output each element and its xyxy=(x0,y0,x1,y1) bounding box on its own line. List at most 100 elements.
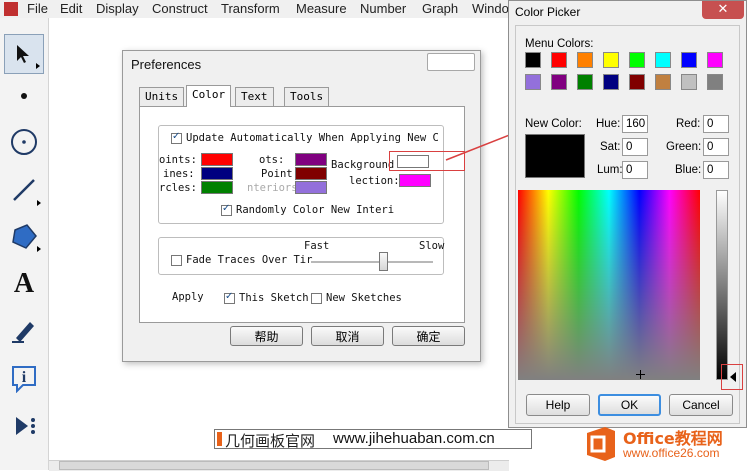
red-input[interactable]: 0 xyxy=(703,115,729,133)
menu-color-swatch[interactable] xyxy=(551,74,567,90)
blue-label: Blue: xyxy=(675,164,702,176)
points-color-swatch[interactable] xyxy=(201,153,233,166)
close-icon[interactable]: ✕ xyxy=(702,1,744,19)
lines-color-swatch[interactable] xyxy=(201,167,233,180)
tab-tools[interactable]: Tools xyxy=(284,87,330,106)
menu-color-swatch[interactable] xyxy=(525,52,541,68)
green-input[interactable]: 0 xyxy=(703,138,729,156)
menu-color-swatch[interactable] xyxy=(577,74,593,90)
menu-window[interactable]: Windo xyxy=(472,1,509,16)
new-color-preview xyxy=(525,134,585,178)
this-sketch-checkbox[interactable] xyxy=(224,291,235,304)
office-logo-icon xyxy=(587,427,615,461)
point-color-swatch[interactable] xyxy=(295,167,327,180)
blue-input[interactable]: 0 xyxy=(703,161,729,179)
scrollbar-thumb[interactable] xyxy=(59,461,489,470)
straightedge-tool-button[interactable] xyxy=(4,170,44,210)
this-sketch-label: This Sketch xyxy=(239,292,309,304)
menu-color-swatch[interactable] xyxy=(681,74,697,90)
preferences-dialog: Preferences Units Color Text Tools Updat… xyxy=(122,50,481,362)
menu-colors-grid xyxy=(525,52,735,92)
fade-traces-label: Fade Traces Over Tir xyxy=(186,254,313,266)
luminance-pointer-icon[interactable] xyxy=(730,372,736,382)
tab-units[interactable]: Units xyxy=(139,87,185,106)
menu-color-swatch[interactable] xyxy=(681,52,697,68)
menu-construct[interactable]: Construct xyxy=(152,1,208,16)
menu-color-swatch[interactable] xyxy=(577,52,593,68)
menu-color-swatch[interactable] xyxy=(655,74,671,90)
picker-help-button[interactable]: Help xyxy=(526,394,590,416)
tab-color[interactable]: Color xyxy=(186,85,232,107)
points-color-label: oints: xyxy=(159,154,197,166)
dialog-title: Preferences xyxy=(131,57,202,72)
text-tool-icon: A xyxy=(13,268,35,299)
interiors-color-swatch[interactable] xyxy=(295,181,327,194)
pref-ok-button[interactable]: 确定 xyxy=(392,326,465,346)
picker-ok-button[interactable]: OK xyxy=(598,394,661,416)
selection-color-label: lection: xyxy=(349,175,400,187)
fast-label: Fast xyxy=(304,240,330,252)
random-color-checkbox[interactable] xyxy=(221,203,232,216)
plots-color-swatch[interactable] xyxy=(295,153,327,166)
menu-transform[interactable]: Transform xyxy=(221,1,280,16)
menu-color-swatch[interactable] xyxy=(603,74,619,90)
straightedge-tool-icon xyxy=(13,179,35,201)
menu-number[interactable]: Number xyxy=(360,1,406,16)
luminance-bar[interactable] xyxy=(716,190,728,380)
trace-settings-group: Fast Slow Fade Traces Over Tir xyxy=(158,237,444,275)
update-automatically-checkbox[interactable] xyxy=(171,131,182,144)
sat-input[interactable]: 0 xyxy=(622,138,648,156)
menu-display[interactable]: Display xyxy=(96,1,139,16)
menu-graph[interactable]: Graph xyxy=(422,1,458,16)
background-color-label: Background xyxy=(331,159,395,171)
color-spectrum[interactable] xyxy=(518,190,700,380)
lines-color-label: ines: xyxy=(163,168,195,180)
picker-cancel-button[interactable]: Cancel xyxy=(669,394,733,416)
new-sketches-label: New Sketches xyxy=(326,292,402,304)
menu-color-swatch[interactable] xyxy=(525,74,541,90)
point-tool-icon xyxy=(21,93,27,99)
menu-color-swatch[interactable] xyxy=(655,52,671,68)
compass-tool-button[interactable] xyxy=(4,122,44,162)
hue-input[interactable]: 160 xyxy=(622,115,648,133)
selection-color-swatch[interactable] xyxy=(399,174,431,187)
information-tool-button[interactable]: i xyxy=(4,358,44,398)
menu-color-swatch[interactable] xyxy=(629,52,645,68)
lum-label: Lum: xyxy=(597,164,623,176)
pref-cancel-button[interactable]: 取消 xyxy=(311,326,384,346)
menu-color-swatch[interactable] xyxy=(629,74,645,90)
new-sketches-checkbox[interactable] xyxy=(311,293,322,304)
color-picker-title: Color Picker xyxy=(515,5,581,19)
menu-color-swatch[interactable] xyxy=(551,52,567,68)
compass-tool-icon xyxy=(11,129,37,155)
apply-label: Apply xyxy=(172,291,204,303)
arrow-tool-button[interactable] xyxy=(4,34,44,74)
menu-color-swatch[interactable] xyxy=(603,52,619,68)
polygon-tool-button[interactable] xyxy=(4,216,44,256)
custom-tool-button[interactable] xyxy=(4,406,44,446)
menu-color-swatch[interactable] xyxy=(707,74,723,90)
information-tool-icon: i xyxy=(12,366,36,393)
title-bar-field xyxy=(427,53,475,71)
horizontal-scrollbar[interactable] xyxy=(49,460,509,471)
marker-tool-button[interactable] xyxy=(4,310,44,350)
office-watermark: Office教程网 www.office26.com xyxy=(583,423,743,467)
menu-file[interactable]: File xyxy=(27,1,48,16)
fade-traces-checkbox[interactable] xyxy=(171,255,182,266)
fade-speed-slider[interactable] xyxy=(379,252,388,271)
lum-input[interactable]: 0 xyxy=(622,161,648,179)
update-automatically-label: Update Automatically When Applying New C xyxy=(186,132,439,144)
menu-color-swatch[interactable] xyxy=(707,52,723,68)
menu-measure[interactable]: Measure xyxy=(296,1,347,16)
point-tool-button[interactable] xyxy=(4,76,44,116)
menu-edit[interactable]: Edit xyxy=(60,1,82,16)
svg-text:i: i xyxy=(22,369,27,386)
tab-text[interactable]: Text xyxy=(235,87,274,106)
watermark-url: www.office26.com xyxy=(623,446,720,460)
red-label: Red: xyxy=(676,118,701,130)
polygon-tool-icon xyxy=(12,224,37,249)
circles-color-swatch[interactable] xyxy=(201,181,233,194)
pref-help-button[interactable]: 帮助 xyxy=(230,326,303,346)
caption-marker xyxy=(217,432,222,446)
text-tool-button[interactable]: A xyxy=(4,264,44,304)
